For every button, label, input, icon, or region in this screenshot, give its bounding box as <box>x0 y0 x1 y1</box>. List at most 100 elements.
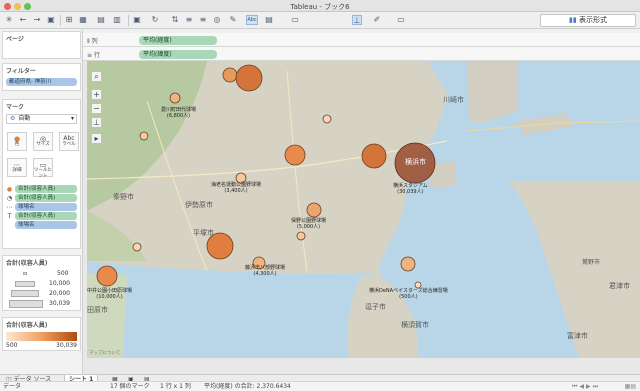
pin-map-button[interactable]: ⊥ <box>91 117 102 128</box>
highlight-icon[interactable]: ✎ <box>228 15 238 25</box>
chevron-right-icon: ▸ <box>94 134 99 143</box>
stadium-mark[interactable] <box>284 144 306 166</box>
label-button[interactable]: Abc ラベル <box>59 132 79 151</box>
filters-card[interactable]: フィルター 都道府県: 神奈川 <box>2 63 81 91</box>
stadium-mark[interactable] <box>306 202 322 218</box>
annotate-icon[interactable]: ✐ <box>372 15 382 25</box>
show-labels-icon[interactable]: Abc <box>246 15 258 25</box>
stadium-mark[interactable] <box>235 64 263 92</box>
pause-update-icon[interactable]: ▣ <box>132 15 142 25</box>
filters-title: フィルター <box>6 68 36 75</box>
color-ramp <box>6 332 77 341</box>
sort-desc-icon[interactable]: ≡ <box>198 15 208 25</box>
expand-toolbar-button[interactable]: ▸ <box>91 133 102 144</box>
mark-fields: ● 合計(収容人員) ◔ 合計(収容人員) ⋯ 球場名 T 合計(収容人員) 球場名 <box>3 184 80 230</box>
label-icon <box>6 222 13 229</box>
save-icon[interactable]: ▣ <box>46 15 56 25</box>
stadium-mark[interactable] <box>169 92 181 104</box>
size-legend-value: 20,000 <box>49 290 70 297</box>
columns-icon: ⦀ <box>87 38 90 45</box>
size-legend[interactable]: 合計(収容人員) 500 10,000 20,000 30,039 <box>2 255 81 311</box>
color-legend-title: 合計(収容人員) <box>6 322 48 329</box>
fix-axes-icon[interactable]: ▤ <box>264 15 274 25</box>
pages-card[interactable]: ページ <box>2 31 81 59</box>
zoom-in-button[interactable]: + <box>91 89 102 100</box>
color-legend[interactable]: 合計(収容人員) 500 30,039 <box>2 317 81 351</box>
stadium-label: 保野公園野球場 (5,000人) <box>291 218 327 230</box>
refresh-icon[interactable]: ↻ <box>150 15 160 25</box>
map-attribution-link[interactable]: マップについて <box>89 350 120 356</box>
place-label: 田原市 <box>87 306 108 314</box>
size-legend-swatch <box>9 300 43 308</box>
color-icon: ● <box>6 185 13 193</box>
columns-pill[interactable]: 平均(経度) <box>139 36 217 45</box>
tooltip-button[interactable]: ▭ ツールヒント <box>33 158 53 179</box>
mark-field-row[interactable]: ● 合計(収容人員) <box>6 185 77 193</box>
marks-title: マーク <box>6 104 25 111</box>
stadium-label: 横浜DeNAベイスターズ総合練習場 (500人) <box>369 288 448 300</box>
color-button[interactable]: ● 色 <box>7 132 27 151</box>
new-datasource-icon[interactable]: ⊞ <box>64 15 74 25</box>
pin-icon[interactable]: ⊥ <box>352 15 362 25</box>
detail-button[interactable]: ⋯ 詳細 <box>7 158 27 177</box>
show-me-button[interactable]: ▮▮ 表示形式 <box>540 14 636 27</box>
stadium-mark[interactable] <box>222 67 238 83</box>
new-sheet-icon[interactable]: ▦ <box>78 15 88 25</box>
view-mode-icon[interactable]: ▦▤ <box>625 382 636 391</box>
marks-card: マーク ⚙ 自動 ▾ ● 色 ◎ サイズ Abc ラベル ⋯ 詳細 ▭ ツールヒント ● 合… <box>2 99 81 249</box>
stadium-label: 横浜スタジアム (30,039人) <box>393 183 428 195</box>
sort-asc-icon[interactable]: ≡ <box>184 15 194 25</box>
map-search-button[interactable]: ⌕ <box>91 71 102 82</box>
size-legend-swatch <box>15 281 35 287</box>
stadium-mark[interactable] <box>132 242 142 252</box>
presentation-icon[interactable]: ▭ <box>396 15 406 25</box>
status-source: データ <box>3 383 22 390</box>
map-view[interactable]: 川崎市 横浜市 秦野市 伊勢原市 平塚市 逗子市 横須賀市 富津市 君津市 田原… <box>87 61 640 358</box>
place-label: 秦野市 <box>113 193 134 201</box>
filter-pill[interactable]: 都道府県: 神奈川 <box>6 78 77 86</box>
undo-icon[interactable]: ← <box>18 15 28 25</box>
rows-shelf[interactable]: ≡ 行 平均(緯度) <box>83 47 640 61</box>
map-canvas <box>87 61 640 358</box>
search-icon: ⌕ <box>94 72 99 81</box>
mark-field-row[interactable]: 球場名 <box>6 221 77 229</box>
minus-icon: − <box>93 104 100 113</box>
sheet-navigation-icon[interactable]: ⏮◀▶⏭ <box>572 382 600 391</box>
place-label: 鷲野市 <box>582 259 601 266</box>
status-sum: 平均(経度) の合計: 2,370.6434 <box>204 383 291 390</box>
stadium-mark[interactable] <box>400 256 416 272</box>
mark-field-row[interactable]: T 合計(収容人員) <box>6 212 77 220</box>
place-label: 君津市 <box>609 282 630 290</box>
zoom-out-button[interactable]: − <box>91 103 102 114</box>
mark-type-icon: ⚙ <box>10 115 16 122</box>
chart-icon: ▮▮ <box>569 16 577 24</box>
mark-field-row[interactable]: ◔ 合計(収容人員) <box>6 194 77 202</box>
redo-icon[interactable]: → <box>32 15 42 25</box>
mark-type-select[interactable]: ⚙ 自動 ▾ <box>6 114 77 124</box>
mark-field-row[interactable]: ⋯ 球場名 <box>6 203 77 211</box>
stadium-label: 愛川町田代球場 (6,800人) <box>161 107 197 119</box>
columns-shelf[interactable]: ⦀ 列 平均(経度) <box>83 33 640 47</box>
size-legend-title: 合計(収容人員) <box>6 260 48 267</box>
clear-sheet-icon[interactable]: ▥ <box>112 15 122 25</box>
color-legend-min: 500 <box>6 342 18 349</box>
stadium-mark[interactable] <box>296 231 306 241</box>
size-legend-value: 500 <box>57 270 69 277</box>
duplicate-sheet-icon[interactable]: ▤ <box>96 15 106 25</box>
swap-icon[interactable]: ⇅ <box>170 15 180 25</box>
place-label: 逗子市 <box>365 303 386 311</box>
stadium-mark[interactable] <box>139 131 149 141</box>
tableau-logo-icon[interactable]: ✳ <box>4 15 14 25</box>
sidebar: ページ フィルター 都道府県: 神奈川 マーク ⚙ 自動 ▾ ● 色 ◎ サイズ A… <box>0 29 83 374</box>
group-icon[interactable]: ◎ <box>212 15 222 25</box>
place-label: 横須賀市 <box>401 321 429 329</box>
window-title: Tableau - ブック6 <box>290 3 350 11</box>
rows-pill[interactable]: 平均(緯度) <box>139 50 217 59</box>
chevron-down-icon: ▾ <box>70 115 74 122</box>
rows-icon: ≡ <box>87 52 93 59</box>
size-button[interactable]: ◎ サイズ <box>33 132 53 151</box>
stadium-mark[interactable] <box>96 265 118 287</box>
fit-icon[interactable]: ▭ <box>290 15 300 25</box>
stadium-mark[interactable] <box>361 143 387 169</box>
stadium-mark[interactable] <box>322 114 332 124</box>
